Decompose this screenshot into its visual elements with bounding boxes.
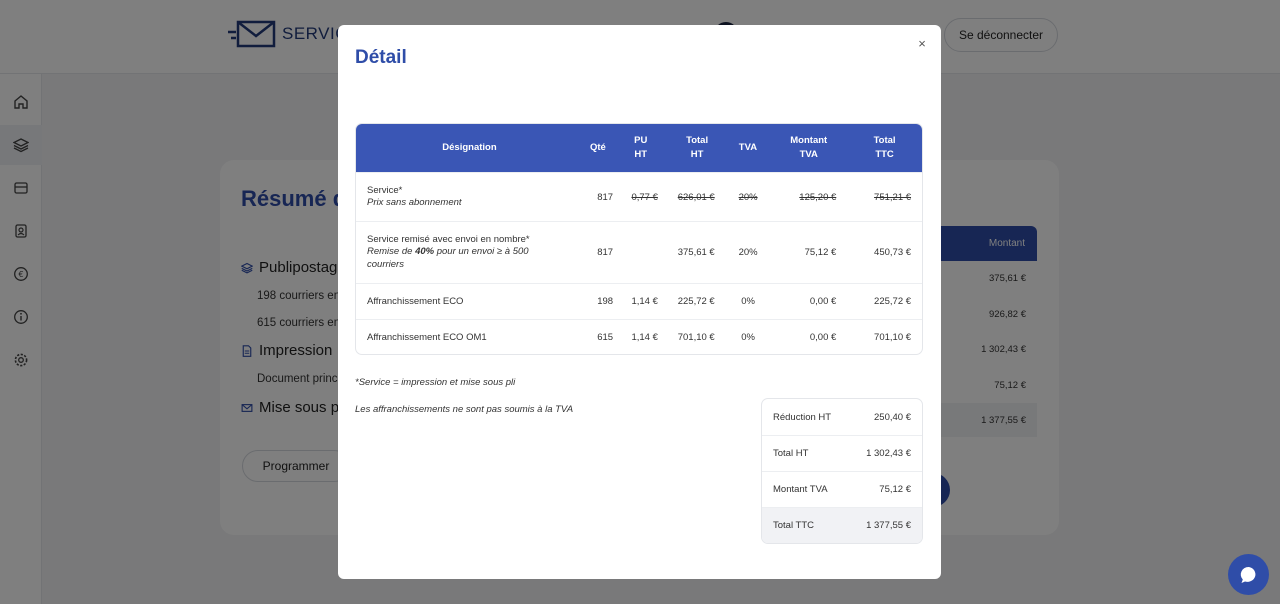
montant-tva-cell: 75,12 € (804, 247, 837, 258)
designation-label: Affranchissement ECO (367, 296, 464, 307)
designation-cell: Affranchissement ECO OM1 (356, 320, 583, 354)
total-ttc-cell: 450,73 € (874, 247, 912, 258)
summary-label: Montant TVA (773, 484, 828, 495)
tva-cell: 20% (738, 191, 758, 203)
montant-tva-cell: 125,20 € (799, 191, 837, 203)
tva-cell: 0% (741, 296, 755, 307)
summary-row-reduction: Réduction HT 250,40 € (762, 399, 922, 435)
tva-cell: 0% (741, 331, 755, 343)
header-montant-tva: Montant TVA (790, 135, 828, 160)
tva-cell: 20% (738, 247, 758, 258)
header-pu-ht: PU HT (634, 135, 648, 160)
close-icon[interactable]: × (914, 35, 930, 51)
total-ttc-cell: 225,72 € (874, 296, 912, 307)
summary-row-total-ht: Total HT 1 302,43 € (762, 435, 922, 471)
total-ttc-cell: 701,10 € (874, 331, 912, 343)
total-ht-cell: 626,01 € (677, 191, 715, 203)
designation-cell: Service remisé avec envoi en nombre* Rem… (356, 222, 583, 283)
table-row: Service remisé avec envoi en nombre* Rem… (356, 221, 922, 283)
table-row: Service* Prix sans abonnement 817 0,77 €… (356, 172, 922, 221)
pu-cell (613, 222, 669, 283)
summary-row-montant-tva: Montant TVA 75,12 € (762, 471, 922, 507)
header-total-ht: Total HT (686, 135, 709, 160)
total-ht-cell: 375,61 € (677, 247, 715, 258)
qte-cell: 615 (597, 331, 614, 343)
summary-value: 75,12 € (879, 484, 911, 495)
header-total-ttc: Total TTC (873, 135, 896, 160)
summary-label: Total HT (773, 448, 809, 459)
detail-modal: Détail × Désignation Qté PU HT Total HT … (338, 25, 941, 579)
designation-sub: Prix sans abonnement (367, 197, 462, 208)
montant-tva-cell: 0,00 € (809, 296, 837, 307)
summary-value: 250,40 € (874, 411, 911, 423)
total-ht-cell: 701,10 € (677, 331, 715, 343)
designation-label: Service* (367, 185, 403, 196)
designation-sub: Remise de 40% pour un envoi ≥ à 500 cour… (367, 246, 529, 270)
table-header: Désignation Qté PU HT Total HT TVA Monta… (356, 124, 922, 172)
summary-label: Réduction HT (773, 411, 832, 423)
summary-label: Total TTC (773, 520, 815, 531)
summary-value: 1 302,43 € (866, 448, 911, 459)
pu-cell: 1,14 € (631, 296, 658, 307)
designation-label: Affranchissement ECO OM1 (367, 331, 487, 343)
summary-value: 1 377,55 € (866, 520, 911, 531)
discount-percent: 40% (415, 246, 435, 257)
qte-cell: 198 (597, 296, 614, 307)
designation-cell: Affranchissement ECO (356, 284, 583, 319)
designation-label: Service remisé avec envoi en nombre* (367, 234, 530, 245)
qte-cell: 817 (597, 247, 614, 258)
summary-row-total-ttc: Total TTC 1 377,55 € (762, 507, 922, 543)
table-row: Affranchissement ECO 198 1,14 € 225,72 €… (356, 283, 922, 319)
total-ttc-cell: 751,21 € (874, 191, 912, 203)
chat-bubble-icon (1240, 566, 1255, 583)
designation-cell: Service* Prix sans abonnement (356, 173, 583, 221)
tva-note: Les affranchissements ne sont pas soumis… (355, 404, 574, 415)
pu-cell: 0,77 € (631, 191, 658, 203)
chat-button[interactable] (1228, 554, 1269, 595)
detail-table: Désignation Qté PU HT Total HT TVA Monta… (355, 123, 923, 355)
qte-cell: 817 (597, 191, 614, 203)
total-ht-cell: 225,72 € (677, 296, 715, 307)
modal-title: Détail (355, 47, 407, 68)
header-qte: Qté (589, 142, 606, 153)
table-row: Affranchissement ECO OM1 615 1,14 € 701,… (356, 319, 922, 354)
service-note: *Service = impression et mise sous pli (355, 377, 516, 388)
pu-cell: 1,14 € (631, 331, 658, 343)
montant-tva-cell: 0,00 € (809, 331, 837, 343)
header-tva: TVA (738, 142, 758, 153)
totals-summary: Réduction HT 250,40 € Total HT 1 302,43 … (761, 398, 923, 544)
header-designation: Désignation (442, 142, 497, 153)
